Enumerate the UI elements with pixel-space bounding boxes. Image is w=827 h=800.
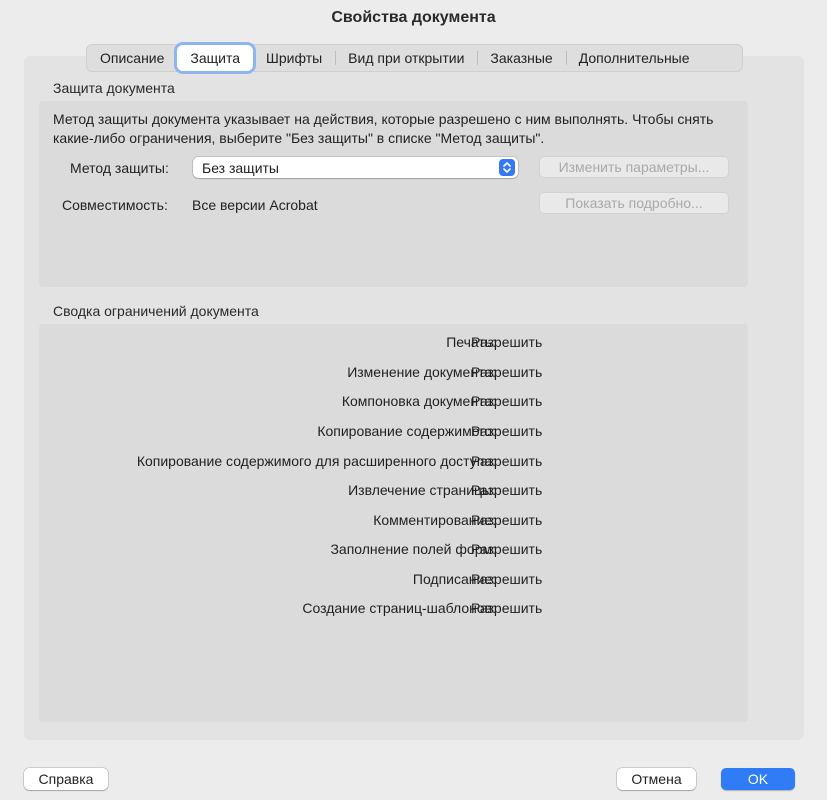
restriction-label: Копирование содержимого для расширенного… (136, 453, 496, 469)
tab-description[interactable]: Описание (87, 45, 177, 71)
restriction-value: Разрешить (471, 393, 543, 409)
restriction-value: Разрешить (471, 600, 543, 616)
change-settings-button[interactable]: Изменить параметры... (539, 156, 729, 178)
cancel-button[interactable]: Отмена (617, 768, 696, 790)
restriction-row-assembly: Компоновка документа: Разрешить (40, 393, 760, 413)
restriction-value: Разрешить (471, 482, 543, 498)
restriction-row-editing: Изменение документа: Разрешить (40, 364, 760, 384)
security-method-value: Без защиты (202, 159, 279, 176)
restriction-value: Разрешить (471, 512, 543, 528)
restriction-value: Разрешить (471, 571, 543, 587)
help-button[interactable]: Справка (24, 768, 108, 790)
restrictions-section-title: Сводка ограничений документа (53, 303, 259, 319)
tab-fonts[interactable]: Шрифты (253, 45, 335, 71)
restriction-row-page-extraction: Извлечение страницы: Разрешить (40, 482, 760, 502)
security-description: Метод защиты документа указывает на дейс… (53, 111, 714, 146)
compatibility-value: Все версии Acrobat (192, 197, 318, 213)
security-section-title: Защита документа (53, 80, 175, 96)
restriction-row-accessibility-copying: Копирование содержимого для расширенного… (40, 453, 760, 473)
window-title: Свойства документа (331, 9, 496, 26)
tab-custom[interactable]: Заказные (477, 45, 565, 71)
security-method-label: Метод защиты: (70, 160, 169, 176)
restriction-row-form-filling: Заполнение полей форм: Разрешить (40, 541, 760, 561)
restriction-label: Создание страниц-шаблонов: (302, 600, 496, 616)
restriction-value: Разрешить (471, 453, 543, 469)
restriction-label: Копирование содержимого: (317, 423, 496, 439)
restriction-row-printing: Печать: Разрешить (40, 334, 760, 354)
restriction-value: Разрешить (471, 334, 543, 350)
restriction-row-commenting: Комментирование: Разрешить (40, 512, 760, 532)
restriction-value: Разрешить (471, 364, 543, 380)
up-down-chevron-icon (499, 159, 515, 176)
restriction-row-signing: Подписание: Разрешить (40, 571, 760, 591)
compatibility-label: Совместимость: (62, 197, 168, 213)
ok-button[interactable]: OK (721, 768, 795, 790)
show-details-button[interactable]: Показать подробно... (539, 192, 729, 214)
tab-initial-view[interactable]: Вид при открытии (335, 45, 477, 71)
restriction-value: Разрешить (471, 423, 543, 439)
tab-advanced[interactable]: Дополнительные (565, 45, 703, 71)
restriction-row-copying: Копирование содержимого: Разрешить (40, 423, 760, 443)
tab-bar: Описание Защита Шрифты Вид при открытии … (86, 44, 743, 72)
restriction-row-template-pages: Создание страниц-шаблонов: Разрешить (40, 600, 760, 620)
security-method-select[interactable]: Без защиты (193, 157, 518, 178)
tab-security[interactable]: Защита (177, 45, 254, 71)
restriction-value: Разрешить (471, 541, 543, 557)
